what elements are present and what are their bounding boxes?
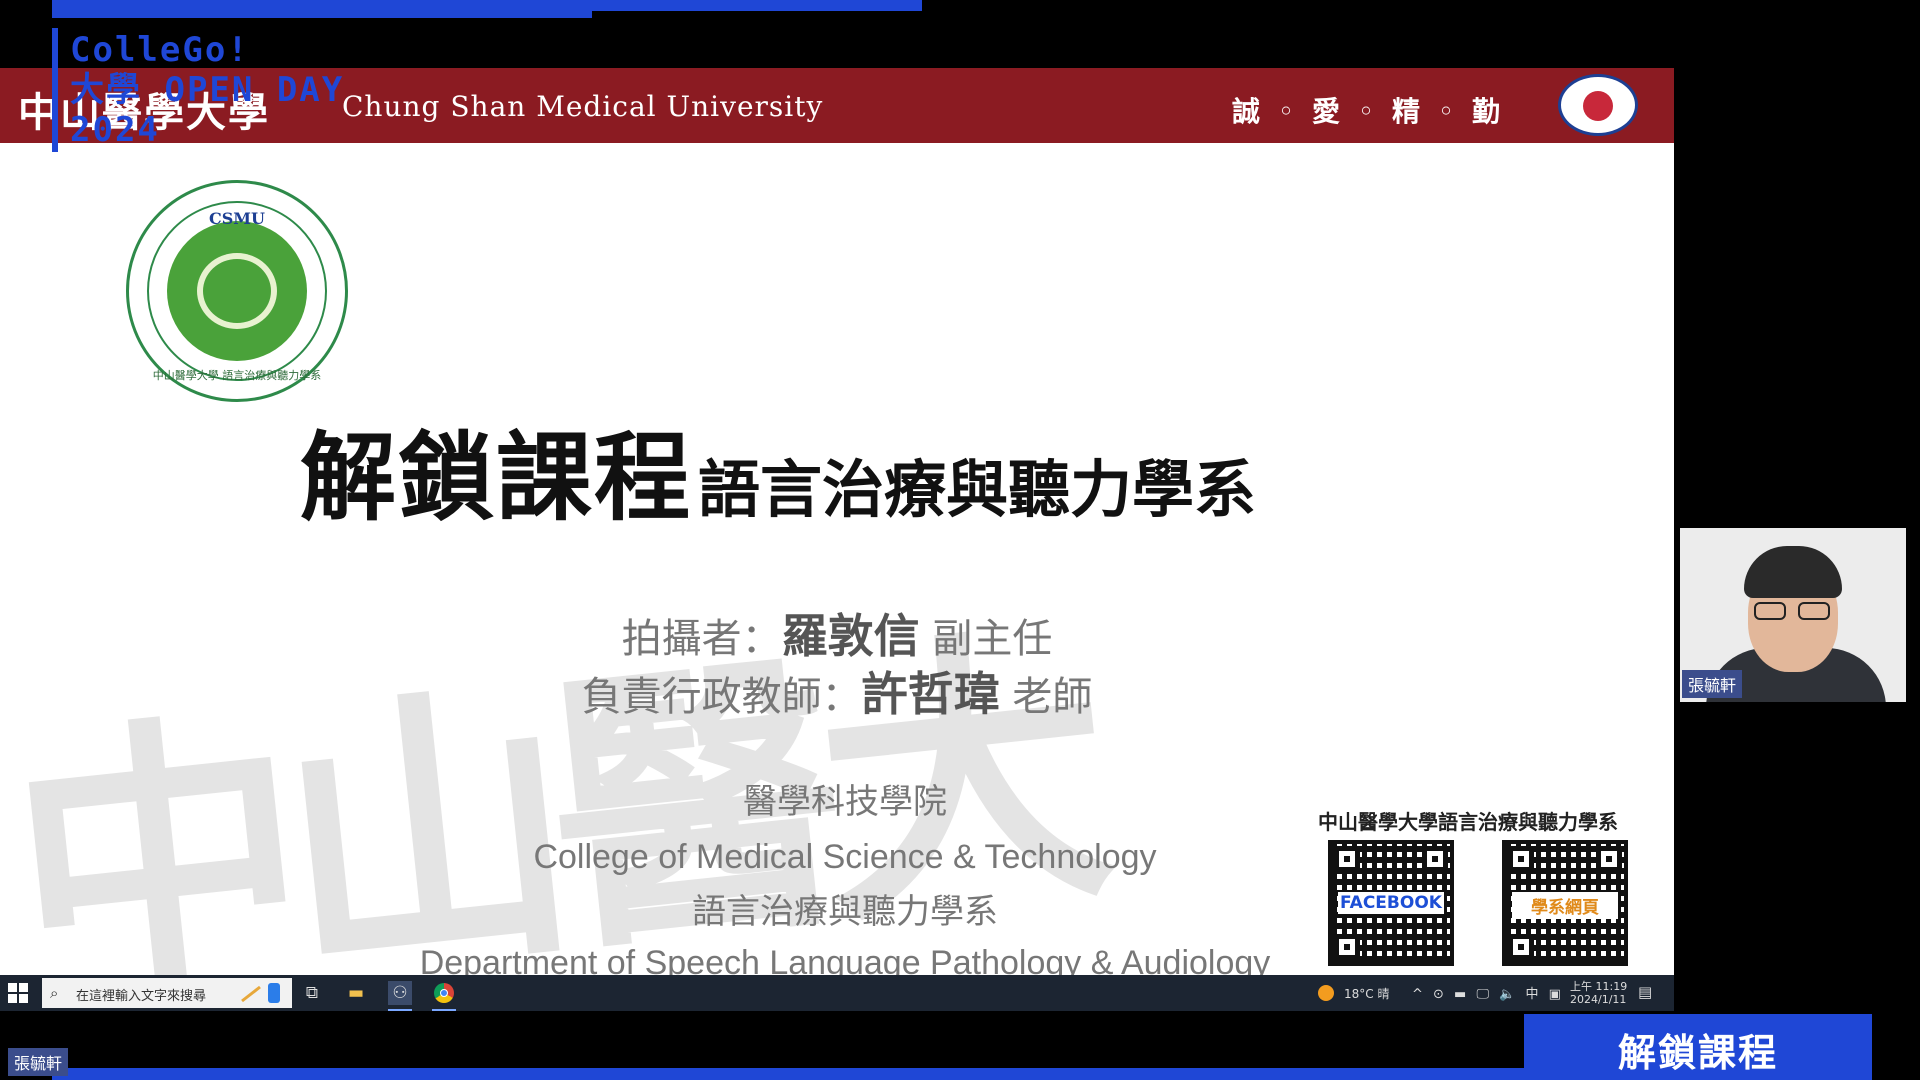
teams-icon[interactable]: ⚇ (388, 981, 412, 1011)
brand-line-2: 大學 OPEN DAY (70, 70, 345, 110)
logo-core (167, 221, 307, 361)
user-name-tag: 張毓軒 (8, 1048, 69, 1076)
active-indicator (432, 1009, 456, 1011)
chrome-icon[interactable] (432, 981, 456, 1011)
windows-start-icon[interactable] (8, 983, 28, 1003)
facebook-qr-label: FACEBOOK (1338, 892, 1444, 914)
admin-name: 許哲瑋 (861, 667, 1000, 721)
slide-title-main: 解鎖課程 (300, 422, 692, 534)
search-icon: ⌕ (50, 984, 59, 1002)
csmu-dept-logo: CSMU 中山醫學大學 語言治療與聽力學系 (126, 180, 348, 402)
active-indicator (388, 1009, 412, 1011)
webcam-feed: 張毓軒 (1680, 528, 1906, 702)
progress-bar-segment (592, 0, 922, 11)
event-brand: ColleGo! 大學 OPEN DAY 2024 (70, 30, 344, 150)
slide-title-sub: 語言治療與聽力學系 (698, 453, 1257, 526)
qr-finder (1334, 846, 1360, 872)
brand-line-1: ColleGo! (70, 30, 250, 70)
admin-title: 老師 (999, 674, 1093, 720)
search-highlight-icon (241, 983, 280, 1003)
photographer-name: 羅敦信 (781, 609, 920, 663)
admin-prefix: 負責行政教師： (581, 674, 862, 720)
taskbar-search-input[interactable]: ⌕ 在這裡輸入文字來搜尋 (42, 978, 292, 1008)
glasses-icon (1754, 602, 1832, 622)
file-explorer-icon[interactable]: ▬ (344, 981, 368, 1005)
clock-date[interactable]: 2024/1/11 (1570, 993, 1626, 1006)
qr-finder (1508, 846, 1534, 872)
brand-accent-bar (52, 28, 58, 152)
brand-line-3: 2024 (70, 110, 160, 150)
website-qr-code[interactable]: 學系網頁 (1502, 840, 1628, 966)
system-tray-icons[interactable]: ^ ⊙ ▬ 🖵 🔈 中 ▣ (1412, 983, 1561, 1002)
photographer-prefix: 拍攝者： (621, 616, 782, 662)
qr-finder (1334, 934, 1360, 960)
person-hair (1744, 546, 1842, 598)
task-view-icon[interactable]: ⧉ (300, 981, 324, 1005)
photographer-title: 副主任 (919, 616, 1053, 662)
logo-bottom-text: 中山醫學大學 語言治療與聽力學系 (152, 369, 322, 382)
website-qr-label: 學系網頁 (1512, 892, 1618, 919)
facebook-qr-code[interactable]: FACEBOOK (1328, 840, 1454, 966)
ear-swirl-icon (197, 253, 277, 329)
qr-finder (1596, 846, 1622, 872)
qr-finder (1422, 846, 1448, 872)
caption-box: 解鎖課程 (1524, 1014, 1872, 1080)
windows-taskbar: ⌕ 在這裡輸入文字來搜尋 ⧉ ▬ ⚇ 18°C 晴 ^ ⊙ ▬ 🖵 🔈 中 ▣ … (0, 975, 1674, 1011)
clock-time[interactable]: 上午 11:19 (1570, 978, 1627, 994)
photographer-credit: 拍攝者：羅敦信 副主任 (0, 600, 1674, 666)
admin-credit: 負責行政教師：許哲瑋 老師 (0, 658, 1674, 724)
weather-sun-icon[interactable] (1318, 985, 1334, 1001)
search-placeholder: 在這裡輸入文字來搜尋 (76, 989, 207, 1004)
university-motto: 誠 ◦ 愛 ◦ 精 ◦ 勤 (1232, 95, 1505, 128)
qr-section-title: 中山醫學大學語言治療與聽力學系 (1318, 810, 1618, 834)
logo-top-text: CSMU (209, 209, 265, 228)
weather-text[interactable]: 18°C 晴 (1344, 985, 1389, 1002)
webcam-name-tag: 張毓軒 (1682, 670, 1743, 698)
presentation-slide: 中山醫大 中山醫學大學 Chung Shan Medical Universit… (0, 68, 1674, 975)
qr-finder (1508, 934, 1534, 960)
bottom-accent-bar (52, 1068, 1532, 1080)
university-seal-icon (1558, 74, 1638, 136)
notification-icon[interactable]: ▤ (1638, 983, 1652, 1001)
caption-text: 解鎖課程 (1617, 1031, 1778, 1075)
slide-title: 解鎖課程語言治療與聽力學系 (300, 400, 1256, 539)
progress-bar (52, 0, 592, 18)
university-name-en: Chung Shan Medical University (342, 90, 824, 123)
